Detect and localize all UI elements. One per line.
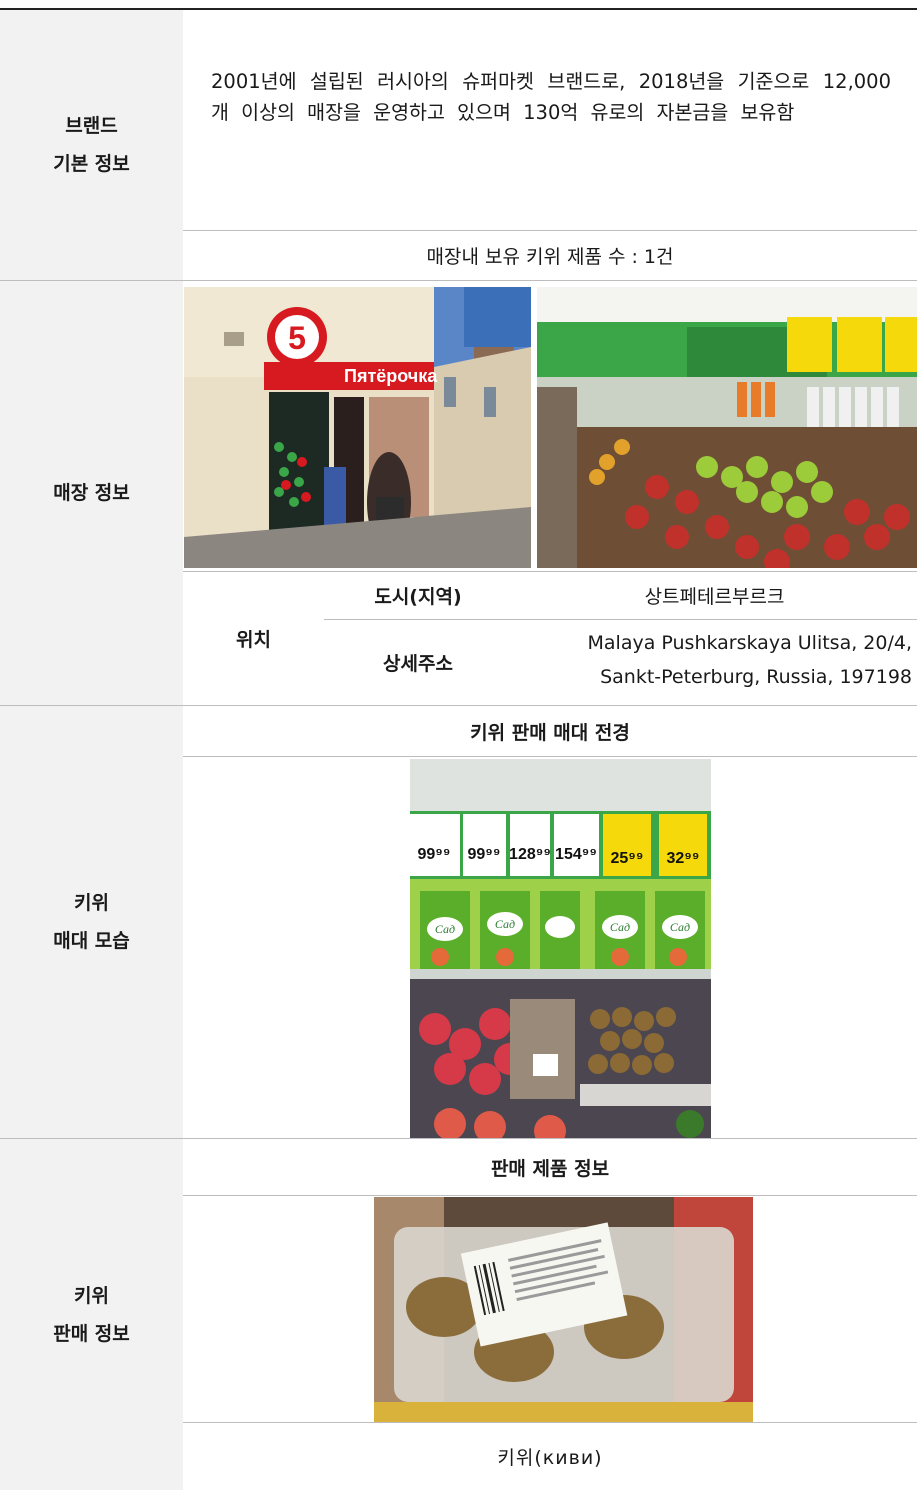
juice-label-2: Сад: [495, 917, 515, 931]
divider: [183, 1195, 917, 1196]
divider: [183, 756, 917, 757]
kiwi-shelf-photo: 99⁹⁹ 99⁹⁹ 128⁹⁹ 154⁹⁹ 25⁹⁹ 32⁹⁹ Сад Сад …: [410, 759, 711, 1138]
brand-description: 2001년에 설립된 러시아의 슈퍼마켓 브랜드로, 2018년을 기준으로 1…: [211, 70, 891, 124]
kiwi-count-text: 매장내 보유 키위 제품 수 : 1건: [426, 245, 674, 268]
address-label: 상세주소: [383, 652, 453, 675]
store-label-cell: 매장 정보: [0, 281, 183, 705]
display-label-line1: 키위: [74, 892, 109, 914]
address-line2: Sankt-Peterburg, Russia, 197198: [600, 666, 912, 688]
city-value: 상트페테르부르크: [644, 586, 785, 608]
price-tag-4: 154⁹⁹: [555, 846, 597, 863]
storefront-sign-text: Пятёрочка: [344, 366, 438, 386]
brand-label-line1: 브랜드: [65, 115, 118, 137]
display-label-cell: 키위 매대 모습: [0, 706, 183, 1138]
brand-label-cell: 브랜드 기본 정보: [0, 10, 183, 280]
location-label: 위치: [183, 572, 324, 704]
product-label-line2: 판매 정보: [53, 1322, 130, 1345]
address-value: Malaya Pushkarskaya Ulitsa, 20/4, Sankt-…: [512, 626, 913, 694]
city-label: 도시(지역): [374, 586, 462, 608]
product-label-line1: 키위: [74, 1284, 109, 1307]
store-label: 매장 정보: [53, 482, 130, 504]
product-label-cell: 키위 판매 정보: [0, 1139, 183, 1490]
kiwi-package-photo: [374, 1197, 753, 1422]
price-tag-5: 25⁹⁹: [611, 850, 644, 867]
brand-label-line2: 기본 정보: [53, 153, 130, 175]
display-header: 키위 판매 매대 전경: [470, 721, 630, 744]
price-tag-3: 128⁹⁹: [509, 846, 551, 863]
juice-label-4: Сад: [670, 920, 690, 934]
location-label-text: 위치: [236, 628, 271, 651]
storefront-photo: 5 Пятёрочка: [184, 287, 531, 568]
price-tag-6: 32⁹⁹: [667, 850, 700, 867]
display-label-line2: 매대 모습: [53, 930, 130, 952]
price-tag-1: 99⁹⁹: [418, 846, 451, 863]
storefront-logo-digit: 5: [288, 320, 306, 356]
product-header: 판매 제품 정보: [490, 1157, 610, 1180]
price-tag-2: 99⁹⁹: [468, 846, 501, 863]
product-name: 키위(киви): [497, 1447, 603, 1469]
address-line1: Malaya Pushkarskaya Ulitsa, 20/4,: [587, 632, 913, 654]
produce-aisle-photo: [537, 287, 917, 568]
juice-label-3: Сад: [610, 920, 630, 934]
juice-label-1: Сад: [435, 922, 455, 936]
